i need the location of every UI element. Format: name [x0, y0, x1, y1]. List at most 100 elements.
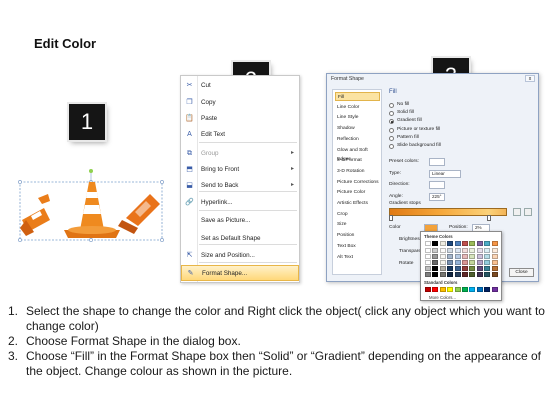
color-swatch[interactable] [439, 287, 446, 292]
color-swatch[interactable] [476, 266, 483, 271]
gradient-stop-handle[interactable] [389, 215, 393, 221]
menu-item-format-shape[interactable]: ✎ Format Shape... [181, 265, 299, 281]
dialog-close-icon[interactable]: x [525, 75, 535, 82]
category-line-color[interactable]: Line Color [335, 103, 380, 112]
color-swatch[interactable] [469, 272, 476, 277]
color-swatch[interactable] [476, 241, 483, 246]
color-swatch[interactable] [491, 287, 498, 292]
category-alt-text[interactable]: Alt Text [335, 253, 380, 262]
color-swatch[interactable] [447, 254, 454, 259]
menu-item-bring-to-front[interactable]: ⬒ Bring to Front ▸ [181, 162, 299, 178]
color-swatch[interactable] [454, 241, 461, 246]
color-swatch[interactable] [432, 248, 439, 253]
category-shadow[interactable]: Shadow [335, 124, 380, 133]
color-swatch[interactable] [454, 272, 461, 277]
color-swatch[interactable] [454, 248, 461, 253]
menu-item-paste[interactable]: 📋 Paste [181, 111, 299, 127]
menu-item-group[interactable]: ⧉ Group ▸ [181, 146, 299, 162]
rotate-with-shape-checkbox[interactable]: Rotate [399, 261, 413, 266]
color-swatch[interactable] [439, 248, 446, 253]
color-swatch[interactable] [462, 266, 468, 271]
color-swatch[interactable] [425, 254, 431, 259]
color-swatch[interactable] [462, 254, 468, 259]
radio-picture-or-texture-fill[interactable]: Picture or texture fill [389, 127, 469, 134]
more-colors-link[interactable]: More Colors... [429, 295, 456, 300]
category-picture-corrections[interactable]: Picture Corrections [335, 178, 380, 187]
color-swatch[interactable] [432, 272, 439, 277]
color-swatch[interactable] [439, 266, 446, 271]
color-swatch[interactable] [462, 260, 468, 265]
color-swatch[interactable] [432, 266, 439, 271]
color-swatch[interactable] [447, 287, 454, 292]
menu-item-cut[interactable]: ✂ Cut [181, 78, 299, 94]
color-swatch[interactable] [491, 272, 498, 277]
color-swatch[interactable] [432, 254, 439, 259]
color-swatch[interactable] [469, 241, 476, 246]
color-swatch[interactable] [476, 260, 483, 265]
radio-slide-background-fill[interactable]: Slide background fill [389, 143, 469, 150]
color-swatch[interactable] [476, 254, 483, 259]
color-swatch[interactable] [454, 266, 461, 271]
close-button[interactable]: Close [509, 268, 534, 277]
color-swatch[interactable] [476, 248, 483, 253]
color-swatch[interactable] [425, 272, 431, 277]
menu-item-save-as-picture[interactable]: Save as Picture... [181, 213, 299, 229]
color-swatch[interactable] [454, 260, 461, 265]
color-swatch[interactable] [439, 254, 446, 259]
color-swatch[interactable] [476, 272, 483, 277]
category-line-style[interactable]: Line Style [335, 113, 380, 122]
color-swatch[interactable] [432, 287, 439, 292]
radio-pattern-fill[interactable]: Pattern fill [389, 135, 469, 142]
color-swatch[interactable] [491, 266, 498, 271]
category-size[interactable]: Size [335, 220, 380, 229]
color-swatch[interactable] [484, 248, 491, 253]
radio-no-fill[interactable]: No fill [389, 102, 469, 109]
color-swatch[interactable] [447, 260, 454, 265]
color-swatch[interactable] [447, 248, 454, 253]
color-swatch[interactable] [491, 248, 498, 253]
radio-gradient-fill[interactable]: Gradient fill [389, 118, 469, 125]
color-swatch[interactable] [462, 287, 468, 292]
category-text-box[interactable]: Text Box [335, 242, 380, 251]
category-picture-color[interactable]: Picture Color [335, 188, 380, 197]
color-swatch[interactable] [447, 272, 454, 277]
color-swatch[interactable] [469, 260, 476, 265]
color-swatch[interactable] [462, 241, 468, 246]
remove-stop-icon[interactable] [524, 208, 532, 216]
color-swatch[interactable] [432, 241, 439, 246]
color-swatch[interactable] [447, 241, 454, 246]
color-swatch[interactable] [462, 272, 468, 277]
add-stop-icon[interactable] [513, 208, 521, 216]
color-swatch[interactable] [484, 287, 491, 292]
category-fill[interactable]: Fill [335, 92, 380, 101]
color-swatch[interactable] [462, 248, 468, 253]
color-swatch[interactable] [469, 266, 476, 271]
color-swatch[interactable] [469, 248, 476, 253]
color-swatch[interactable] [484, 241, 491, 246]
category-crop[interactable]: Crop [335, 210, 380, 219]
color-swatch[interactable] [439, 272, 446, 277]
color-swatch[interactable] [469, 254, 476, 259]
color-swatch[interactable] [432, 260, 439, 265]
category-artistic-effects[interactable]: Artistic Effects [335, 199, 380, 208]
color-swatch[interactable] [484, 260, 491, 265]
color-swatch[interactable] [425, 241, 431, 246]
category-reflection[interactable]: Reflection [335, 135, 380, 144]
color-swatch[interactable] [491, 254, 498, 259]
color-swatch[interactable] [447, 266, 454, 271]
color-swatch[interactable] [454, 287, 461, 292]
preset-colors-dropdown[interactable] [429, 158, 445, 166]
color-swatch[interactable] [491, 260, 498, 265]
color-swatch[interactable] [425, 260, 431, 265]
category-position[interactable]: Position [335, 231, 380, 240]
menu-item-hyperlink[interactable]: 🔗 Hyperlink... [181, 195, 299, 211]
gradient-stop-handle[interactable] [487, 215, 491, 221]
traffic-cones-illustration[interactable] [14, 168, 172, 248]
color-swatch[interactable] [454, 254, 461, 259]
category-3-d-format[interactable]: 3-D Format [335, 156, 380, 165]
direction-dropdown[interactable] [429, 181, 445, 189]
radio-solid-fill[interactable]: Solid fill [389, 110, 469, 117]
category-3-d-rotation[interactable]: 3-D Rotation [335, 167, 380, 176]
color-swatch[interactable] [484, 266, 491, 271]
color-swatch[interactable] [425, 287, 431, 292]
